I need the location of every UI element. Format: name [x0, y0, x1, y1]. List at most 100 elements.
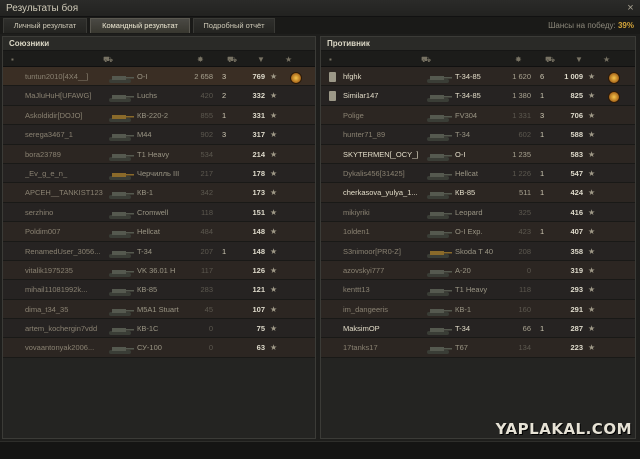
tank-icon [425, 285, 453, 298]
player-name[interactable]: mihail11081992k... [25, 285, 107, 294]
medal-icon[interactable] [608, 91, 620, 104]
enemies-title: Противник [321, 37, 635, 51]
player-name[interactable]: hfghk [343, 72, 425, 81]
damage-value: 117 [201, 265, 213, 275]
player-name[interactable]: vitalik1975235 [25, 266, 107, 275]
player-row[interactable]: APCEH__TANKIST123 КВ-1 342 173 ★ [3, 183, 315, 203]
kills-value: 1 [540, 227, 545, 237]
vehicle-column-icon[interactable]: ⛟ [103, 55, 113, 65]
xp-value: 583 [570, 149, 583, 159]
player-row[interactable]: tuntun2010[4X4__] О-I 2 658 3 769 ★ [3, 67, 315, 87]
xp-value: 706 [570, 110, 583, 120]
player-name[interactable]: serega3467_1 [25, 130, 107, 139]
player-row[interactable]: Poldim007 Hellcat 484 148 ★ [3, 222, 315, 242]
player-name[interactable]: dima_t34_35 [25, 305, 107, 314]
damage-value: 902 [200, 130, 213, 140]
platoon-column-icon[interactable]: ▪ [11, 55, 14, 64]
player-row[interactable]: artem_kochergin7vdd КВ-1С 0 75 ★ [3, 319, 315, 339]
vehicle-column-icon[interactable]: ⛟ [421, 55, 431, 65]
player-name[interactable]: vovaantonyak2006... [25, 343, 107, 352]
player-name[interactable]: Poldim007 [25, 227, 107, 236]
player-name[interactable]: serzhino [25, 208, 107, 217]
xp-value: 107 [252, 304, 265, 314]
player-name[interactable]: 1olden1 [343, 227, 425, 236]
player-name[interactable]: tuntun2010[4X4__] [25, 72, 107, 81]
player-name[interactable]: Dykalis456[31425] [343, 169, 425, 178]
player-row[interactable]: _Ev_g_e_n_ Черчилль III 217 178 ★ [3, 163, 315, 184]
player-row[interactable]: mikiyriki Leopard 325 416 ★ [321, 202, 635, 223]
player-row[interactable]: RenamedUser_3056... T-34 207 1 148 ★ [3, 241, 315, 261]
player-row[interactable]: MaksimOP T-34 66 1 287 ★ [321, 319, 635, 339]
tab-team-result[interactable]: Командный результат [90, 18, 190, 33]
player-row[interactable]: hunter71_89 T-34 602 1 588 ★ [321, 125, 635, 145]
player-row[interactable]: bora23789 T1 Heavy 534 214 ★ [3, 144, 315, 164]
player-row[interactable]: SKYTERMEN[_OCY_] О-I 1 235 583 ★ [321, 144, 635, 164]
player-row[interactable]: hfghk T-34-85 1 620 6 1 009 ★ [321, 67, 635, 87]
medal-icon[interactable] [290, 72, 302, 84]
player-name[interactable]: Similar147 [343, 91, 425, 100]
player-row[interactable]: Similar147 T-34-85 1 380 1 825 ★ [321, 86, 635, 106]
damage-column-icon[interactable]: ✸ [515, 55, 522, 64]
tank-icon [425, 130, 453, 143]
xp-value: 126 [252, 265, 265, 275]
kills-column-icon[interactable]: ⛟ [545, 55, 555, 65]
tab-detailed-report[interactable]: Подробный отчёт [193, 18, 275, 33]
player-row[interactable]: azovskyi777 А-20 0 319 ★ [321, 260, 635, 281]
tab-bar: Личный результат Командный результат Под… [0, 17, 640, 34]
player-name[interactable]: S3nimoor[PR0-Z] [343, 247, 425, 256]
player-name[interactable]: im_dangeeris [343, 305, 425, 314]
player-name[interactable]: Polige [343, 111, 425, 120]
player-name[interactable]: SKYTERMEN[_OCY_] [343, 150, 425, 159]
player-row[interactable]: serega3467_1 M44 902 3 317 ★ [3, 125, 315, 145]
player-name[interactable]: _Ev_g_e_n_ [25, 169, 107, 178]
player-name[interactable]: artem_kochergin7vdd [25, 324, 107, 333]
kills-value: 1 [222, 246, 227, 256]
player-name[interactable]: MaksimOP [343, 324, 425, 333]
player-row[interactable]: im_dangeeris КВ-1 160 291 ★ [321, 299, 635, 320]
player-row[interactable]: Dykalis456[31425] Hellcat 1 226 1 547 ★ [321, 163, 635, 184]
player-row[interactable]: dima_t34_35 M5A1 Stuart 45 107 ★ [3, 299, 315, 320]
close-icon[interactable]: × [625, 3, 636, 14]
player-row[interactable]: cherkasova_yulya_1... КВ-85 511 1 424 ★ [321, 183, 635, 203]
medal-column-icon[interactable]: ★ [603, 55, 610, 64]
player-name[interactable]: RenamedUser_3056... [25, 247, 107, 256]
platoon-column-icon[interactable]: ▪ [329, 55, 332, 64]
kills-column-icon[interactable]: ⛟ [227, 55, 237, 65]
player-name[interactable]: kenttt13 [343, 285, 425, 294]
player-name[interactable]: hunter71_89 [343, 130, 425, 139]
win-chance-value: 39% [617, 21, 634, 30]
player-name[interactable]: MaJluHuH[UFAWG] [25, 91, 107, 100]
tab-personal-result[interactable]: Личный результат [3, 18, 87, 33]
player-name[interactable]: 17tanks17 [343, 343, 425, 352]
player-name[interactable]: Askoldidir[DOJO] [25, 111, 107, 120]
player-row[interactable]: kenttt13 T1 Heavy 118 293 ★ [321, 280, 635, 300]
xp-value: 173 [252, 188, 265, 198]
player-row[interactable]: mihail11081992k... КВ-85 283 121 ★ [3, 280, 315, 300]
player-name[interactable]: mikiyriki [343, 208, 425, 217]
medal-icon[interactable] [608, 72, 620, 84]
player-row[interactable]: MaJluHuH[UFAWG] Luchs 420 2 332 ★ [3, 86, 315, 106]
xp-column-icon[interactable]: ▼ [575, 55, 583, 64]
player-name[interactable]: cherkasova_yulya_1... [343, 188, 425, 197]
player-row[interactable]: vitalik1975235 VK 36.01 H 117 126 ★ [3, 260, 315, 281]
player-row[interactable]: 1olden1 О-I Exp. 423 1 407 ★ [321, 222, 635, 242]
xp-value: 769 [252, 72, 265, 81]
player-row[interactable]: Polige FV304 1 331 3 706 ★ [321, 105, 635, 126]
damage-column-icon[interactable]: ✸ [197, 55, 204, 64]
xp-column-icon[interactable]: ▼ [257, 55, 265, 64]
star-icon: ★ [588, 168, 596, 178]
player-row[interactable]: S3nimoor[PR0-Z] Skoda T 40 208 358 ★ [321, 241, 635, 261]
star-icon: ★ [270, 304, 278, 314]
player-name[interactable]: azovskyi777 [343, 266, 425, 275]
player-row[interactable]: Askoldidir[DOJO] КВ-220-2 855 1 331 ★ [3, 105, 315, 126]
medal-column-icon[interactable]: ★ [285, 55, 292, 64]
xp-value: 148 [252, 227, 265, 237]
player-name[interactable]: bora23789 [25, 150, 107, 159]
kills-value: 1 [540, 130, 545, 140]
player-row[interactable]: vovaantonyak2006... СУ-100 0 63 ★ [3, 338, 315, 358]
player-row[interactable]: 17tanks17 T67 134 223 ★ [321, 338, 635, 358]
tank-icon [107, 72, 135, 85]
xp-value: 287 [570, 324, 583, 334]
player-name[interactable]: APCEH__TANKIST123 [25, 188, 107, 197]
player-row[interactable]: serzhino Cromwell 118 151 ★ [3, 202, 315, 223]
